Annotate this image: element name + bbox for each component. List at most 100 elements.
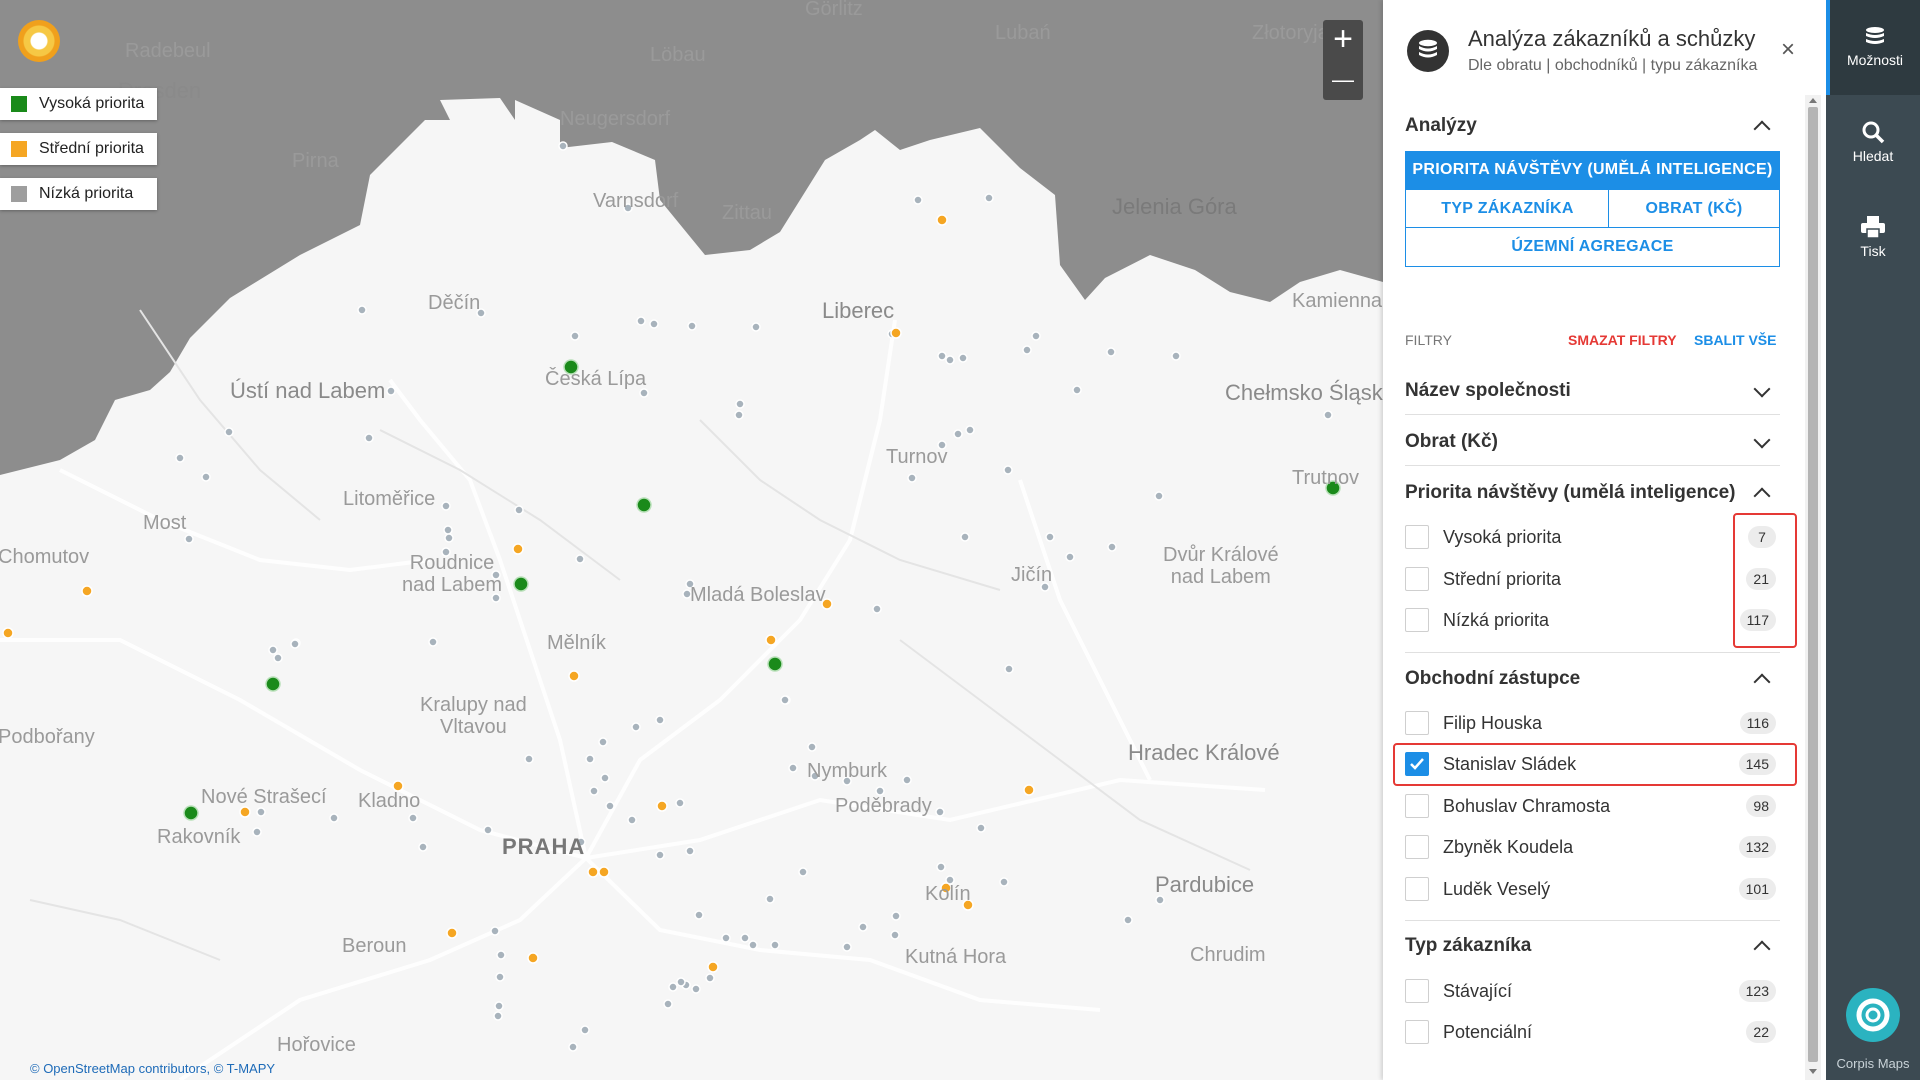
customer-marker-low[interactable]	[575, 554, 585, 564]
customer-marker-low[interactable]	[649, 319, 659, 329]
customer-marker-low[interactable]	[1065, 552, 1075, 562]
customer-marker-low[interactable]	[329, 813, 339, 823]
customer-marker-low[interactable]	[428, 637, 438, 647]
customer-marker-low[interactable]	[1045, 532, 1055, 542]
scroll-down-icon[interactable]	[1809, 1069, 1817, 1074]
customer-marker-low[interactable]	[524, 754, 534, 764]
checkbox[interactable]	[1405, 877, 1429, 901]
customer-marker-low[interactable]	[751, 322, 761, 332]
panel-scrollbar[interactable]	[1805, 95, 1821, 1080]
customer-marker-low[interactable]	[890, 930, 900, 940]
clear-filters-button[interactable]: SMAZAT FILTRY	[1568, 332, 1677, 348]
customer-marker-low[interactable]	[490, 926, 500, 936]
customer-marker-low[interactable]	[636, 316, 646, 326]
customer-marker-low[interactable]	[201, 472, 211, 482]
customer-marker-medium[interactable]	[598, 866, 610, 878]
customer-marker-high[interactable]	[767, 656, 783, 672]
filter-option-medium-priority[interactable]: Střední priorita 21	[1405, 562, 1780, 596]
customer-marker-low[interactable]	[441, 501, 451, 511]
checkbox[interactable]	[1405, 608, 1429, 632]
customer-marker-low[interactable]	[357, 305, 367, 315]
filter-revenue-header[interactable]: Obrat (Kč)	[1405, 431, 1780, 457]
customer-marker-low[interactable]	[184, 534, 194, 544]
customer-marker-medium[interactable]	[707, 961, 719, 973]
customer-marker-high[interactable]	[513, 576, 529, 592]
analysis-revenue-button[interactable]: OBRAT (KČ)	[1608, 189, 1780, 228]
customer-marker-low[interactable]	[675, 798, 685, 808]
analysis-regional-button[interactable]: ÚZEMNÍ AGREGACE	[1405, 227, 1780, 267]
customer-marker-low[interactable]	[953, 429, 963, 439]
customer-marker-low[interactable]	[443, 525, 453, 535]
close-icon[interactable]: ×	[1781, 36, 1795, 64]
customer-marker-low[interactable]	[1031, 331, 1041, 341]
customer-marker-medium[interactable]	[936, 214, 948, 226]
customer-marker-low[interactable]	[1003, 465, 1013, 475]
analysis-priority-button[interactable]: PRIORITA NÁVŠTĚVY (UMĚLÁ INTELIGENCE)	[1405, 151, 1780, 189]
customer-marker-low[interactable]	[872, 604, 882, 614]
rail-options-button[interactable]: Možnosti	[1826, 0, 1920, 95]
filter-option-rep[interactable]: Zbyněk Koudela 132	[1405, 830, 1780, 864]
filter-option-rep[interactable]: Bohuslav Chramosta 98	[1405, 789, 1780, 823]
customer-marker-low[interactable]	[514, 505, 524, 515]
scrollbar-thumb[interactable]	[1808, 107, 1818, 1062]
customer-marker-low[interactable]	[668, 982, 678, 992]
customer-marker-low[interactable]	[570, 331, 580, 341]
customer-marker-low[interactable]	[740, 933, 750, 943]
customer-marker-medium[interactable]	[765, 634, 777, 646]
customer-marker-low[interactable]	[1171, 351, 1181, 361]
customer-marker-medium[interactable]	[512, 543, 524, 555]
customer-marker-medium[interactable]	[568, 670, 580, 682]
customer-marker-low[interactable]	[960, 532, 970, 542]
scroll-up-icon[interactable]	[1809, 98, 1817, 103]
zoom-in-button[interactable]: +	[1323, 20, 1363, 60]
customer-marker-low[interactable]	[936, 862, 946, 872]
customer-marker-low[interactable]	[663, 999, 673, 1009]
customer-marker-low[interactable]	[875, 786, 885, 796]
customer-marker-low[interactable]	[1123, 915, 1133, 925]
filter-company-header[interactable]: Název společnosti	[1405, 380, 1780, 406]
filter-priority-header[interactable]: Priorita návštěvy (umělá inteligence)	[1405, 482, 1780, 508]
customer-marker-low[interactable]	[252, 827, 262, 837]
customer-marker-low[interactable]	[1107, 542, 1117, 552]
customer-marker-low[interactable]	[935, 807, 945, 817]
customer-marker-low[interactable]	[418, 842, 428, 852]
collapse-all-button[interactable]: SBALIT VŠE	[1694, 332, 1776, 348]
customer-marker-low[interactable]	[780, 695, 790, 705]
customer-marker-low[interactable]	[568, 1042, 578, 1052]
customer-marker-low[interactable]	[676, 977, 686, 987]
customer-marker-low[interactable]	[984, 193, 994, 203]
customer-marker-low[interactable]	[891, 911, 901, 921]
customer-marker-low[interactable]	[965, 425, 975, 435]
filter-customer-type-header[interactable]: Typ zákazníka	[1405, 935, 1780, 961]
customer-marker-low[interactable]	[268, 645, 278, 655]
customer-marker-low[interactable]	[496, 950, 506, 960]
customer-marker-low[interactable]	[770, 940, 780, 950]
customer-marker-low[interactable]	[807, 742, 817, 752]
customer-marker-low[interactable]	[691, 984, 701, 994]
customer-marker-low[interactable]	[290, 639, 300, 649]
customer-marker-low[interactable]	[734, 410, 744, 420]
customer-marker-low[interactable]	[386, 386, 396, 396]
checkbox[interactable]	[1405, 525, 1429, 549]
customer-marker-low[interactable]	[748, 940, 758, 950]
checkbox[interactable]	[1405, 1020, 1429, 1044]
customer-marker-medium[interactable]	[587, 866, 599, 878]
customer-marker-low[interactable]	[937, 351, 947, 361]
customer-marker-medium[interactable]	[656, 800, 668, 812]
customer-marker-low[interactable]	[705, 973, 715, 983]
customer-marker-medium[interactable]	[81, 585, 93, 597]
customer-marker-low[interactable]	[1154, 491, 1164, 501]
customer-marker-low[interactable]	[495, 972, 505, 982]
customer-marker-low[interactable]	[585, 754, 595, 764]
customer-marker-low[interactable]	[493, 1011, 503, 1021]
filter-reps-header[interactable]: Obchodní zástupce	[1405, 668, 1780, 694]
checkbox[interactable]	[1405, 979, 1429, 1003]
customer-marker-low[interactable]	[902, 775, 912, 785]
customer-marker-low[interactable]	[655, 850, 665, 860]
customer-marker-low[interactable]	[945, 355, 955, 365]
customer-marker-low[interactable]	[605, 801, 615, 811]
map-canvas[interactable]	[0, 0, 1383, 1080]
customer-marker-low[interactable]	[364, 433, 374, 443]
filter-option-rep[interactable]: Filip Houska 116	[1405, 706, 1780, 740]
checkbox[interactable]	[1405, 794, 1429, 818]
